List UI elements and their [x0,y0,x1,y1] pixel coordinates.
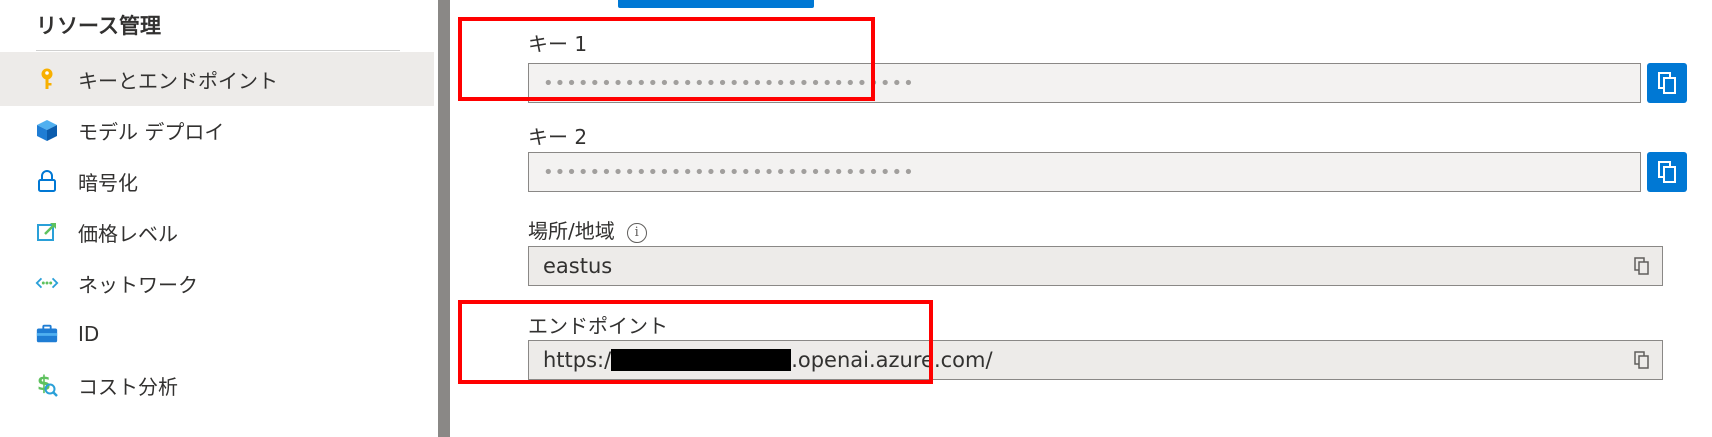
sidebar-item-keys-endpoint[interactable]: キーとエンドポイント [0,52,434,106]
sidebar-item-encryption[interactable]: 暗号化 [0,154,434,208]
sidebar-item-network[interactable]: ネットワーク [0,256,434,310]
key2-field[interactable]: •••••••••••••••••••••••••••••••• [528,152,1641,192]
lock-icon [35,169,59,193]
annotation-box-key1 [458,17,875,101]
sidebar-item-label: キーとエンドポイント [78,68,278,93]
copy-icon [1658,72,1676,94]
location-field[interactable]: eastus [528,246,1663,286]
key2-label: キー 2 [528,125,588,149]
copy-icon[interactable] [1632,256,1652,276]
network-icon [35,271,59,295]
sidebar-item-label: コスト分析 [78,374,178,399]
sidebar-item-label: ID [78,322,100,346]
sidebar-section-title: リソース管理 [36,14,161,38]
sidebar-divider [36,50,400,51]
location-value: eastus [543,254,613,278]
key-icon [35,67,59,91]
location-label-text: 場所/地域 [528,219,615,243]
sidebar-item-label: モデル デプロイ [78,119,225,144]
info-icon[interactable]: i [626,222,647,243]
sidebar-item-cost-analysis[interactable]: $ コスト分析 [0,358,434,412]
copy-icon [1658,161,1676,183]
copy-icon[interactable] [1632,350,1652,370]
cube-icon [35,118,59,142]
sidebar-item-label: 価格レベル [78,221,178,246]
sidebar: リソース管理 キーとエンドポイント モデル デプロイ 暗号化 価格レベル ネット… [0,0,438,437]
annotation-box-endpoint [458,300,933,384]
edit-external-icon [35,220,59,244]
sidebar-item-label: 暗号化 [78,170,138,195]
svg-text:$: $ [37,372,51,395]
sidebar-splitter[interactable] [438,0,450,437]
top-action-button[interactable] [618,0,814,8]
key1-copy-button[interactable] [1647,63,1687,103]
sidebar-item-label: ネットワーク [78,272,198,297]
page: リソース管理 キーとエンドポイント モデル デプロイ 暗号化 価格レベル ネット… [0,0,1712,437]
location-label: 場所/地域 i [528,215,647,244]
main-content: キー 1 •••••••••••••••••••••••••••••••• キー… [450,0,1712,437]
sidebar-item-identity[interactable]: ID [0,307,434,361]
sidebar-item-model-deploy[interactable]: モデル デプロイ [0,103,434,157]
sidebar-item-pricing-tier[interactable]: 価格レベル [0,205,434,259]
cost-analysis-icon: $ [35,372,59,397]
identity-icon [35,322,59,346]
key2-copy-button[interactable] [1647,152,1687,192]
